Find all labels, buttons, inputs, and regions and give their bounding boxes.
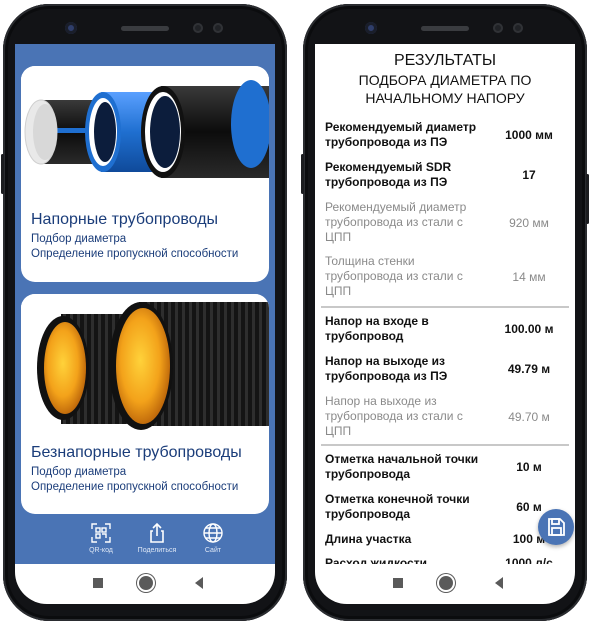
result-row: Рекомендуемый диаметр трубопровода из ПЭ… [325,120,569,152]
card-option-diameter[interactable]: Подбор диаметра [31,466,126,478]
recent-apps-icon[interactable] [393,578,403,588]
save-results-button[interactable] [538,509,574,545]
back-icon[interactable] [195,577,203,589]
result-label: Отметка конечной точки трубопровода [325,492,470,521]
result-value: 100.00 м [504,322,554,336]
bottom-navigation: QR-код Поделиться Сайт [15,518,275,564]
corrugated-pipes-image [21,294,269,434]
card-option-capacity[interactable]: Определение пропускной способности [31,481,238,493]
results-subtitle-line1: ПОДБОРА ДИАМЕТРА ПО [358,72,532,88]
result-value: 10 м [516,460,542,474]
save-icon [548,518,565,536]
pressure-pipelines-card[interactable]: Напорные трубопроводы Подбор диаметра Оп… [21,66,269,282]
sensor-dot [213,23,223,33]
result-row: Толщина стенки трубопровода из стали с Ц… [325,254,569,302]
card-option-capacity[interactable]: Определение пропускной способности [31,248,238,260]
phone-left: Напорные трубопроводы Подбор диаметра Оп… [1,4,287,621]
result-row: Напор на выходе из трубопровода из стали… [325,394,569,442]
result-value: 1000 мм [505,128,553,142]
result-label: Рекомендуемый SDR трубопровода из ПЭ [325,160,452,189]
volume-button [1,154,4,194]
app-screen-left: Напорные трубопроводы Подбор диаметра Оп… [15,44,275,564]
phone-right: РЕЗУЛЬТАТЫ ПОДБОРА ДИАМЕТРА ПО НАЧАЛЬНОМ… [301,4,589,621]
results-subtitle-line2: НАЧАЛЬНОМУ НАПОРУ [365,90,525,106]
result-label: Рекомендуемый диаметр трубопровода из ст… [325,200,467,244]
result-label: Отметка начальной точки трубопровода [325,452,479,481]
qr-code-label: QR-код [89,547,113,554]
home-icon[interactable] [139,576,153,590]
share-icon [150,522,164,543]
share-button[interactable]: Поделиться [127,522,187,554]
website-button[interactable]: Сайт [183,522,243,554]
result-row: Длина участка 100 м [325,532,569,550]
globe-icon [203,523,223,543]
result-row: Напор на входе в трубопровод 100.00 м [325,314,569,346]
earpiece-speaker [121,26,169,31]
sensor-dot [493,23,503,33]
system-nav-bar [315,564,575,604]
result-row: Отметка начальной точки трубопровода 10 … [325,452,569,484]
back-icon[interactable] [495,577,503,589]
results-title: РЕЗУЛЬТАТЫ [393,52,497,69]
result-value: 1000 л/с [505,556,553,564]
earpiece-speaker [421,26,469,31]
result-label: Рекомендуемый диаметр трубопровода из ПЭ [325,120,477,149]
results-screen: РЕЗУЛЬТАТЫ ПОДБОРА ДИАМЕТРА ПО НАЧАЛЬНОМ… [315,44,575,564]
result-row: Отметка конечной точки трубопровода 60 м [325,492,569,524]
qr-code-button[interactable]: QR-код [71,522,131,554]
result-value: 920 мм [509,216,549,230]
result-value: 49.70 м [508,410,550,424]
recent-apps-icon[interactable] [93,578,103,588]
result-label: Длина участка [325,532,412,546]
volume-button [301,154,304,194]
result-label: Толщина стенки трубопровода из стали с Ц… [325,254,463,298]
gravity-pipelines-card[interactable]: Безнапорные трубопроводы Подбор диаметра… [21,294,269,514]
result-label: Напор на выходе из трубопровода из ПЭ [325,354,448,383]
home-icon[interactable] [439,576,453,590]
result-value: 17 [522,168,536,182]
qr-code-icon [91,523,111,543]
result-label: Расход жидкости [325,556,427,564]
system-nav-bar [15,564,275,604]
result-row: Напор на выходе из трубопровода из ПЭ 49… [325,354,569,386]
result-label: Напор на входе в трубопровод [325,314,429,343]
website-label: Сайт [204,547,222,554]
card-title: Безнапорные трубопроводы [31,444,242,461]
front-camera [365,22,377,34]
phone-top-bezel [303,14,587,44]
card-title: Напорные трубопроводы [31,211,219,228]
result-row: Рекомендуемый SDR трубопровода из ПЭ 17 [325,160,569,192]
front-camera [65,22,77,34]
result-row: Расход жидкости 1000 л/с [325,556,569,564]
result-value: 14 мм [512,270,546,284]
result-row: Рекомендуемый диаметр трубопровода из ст… [325,200,569,248]
card-option-diameter[interactable]: Подбор диаметра [31,233,126,245]
section-divider [321,444,569,446]
result-label: Напор на выходе из трубопровода из стали… [325,394,463,438]
share-label: Поделиться [137,547,177,554]
pressure-pipes-image [21,66,269,184]
sensor-dot [513,23,523,33]
sensor-dot [193,23,203,33]
result-value: 49.79 м [507,362,551,376]
section-divider [321,306,569,308]
phone-top-bezel [3,14,287,44]
